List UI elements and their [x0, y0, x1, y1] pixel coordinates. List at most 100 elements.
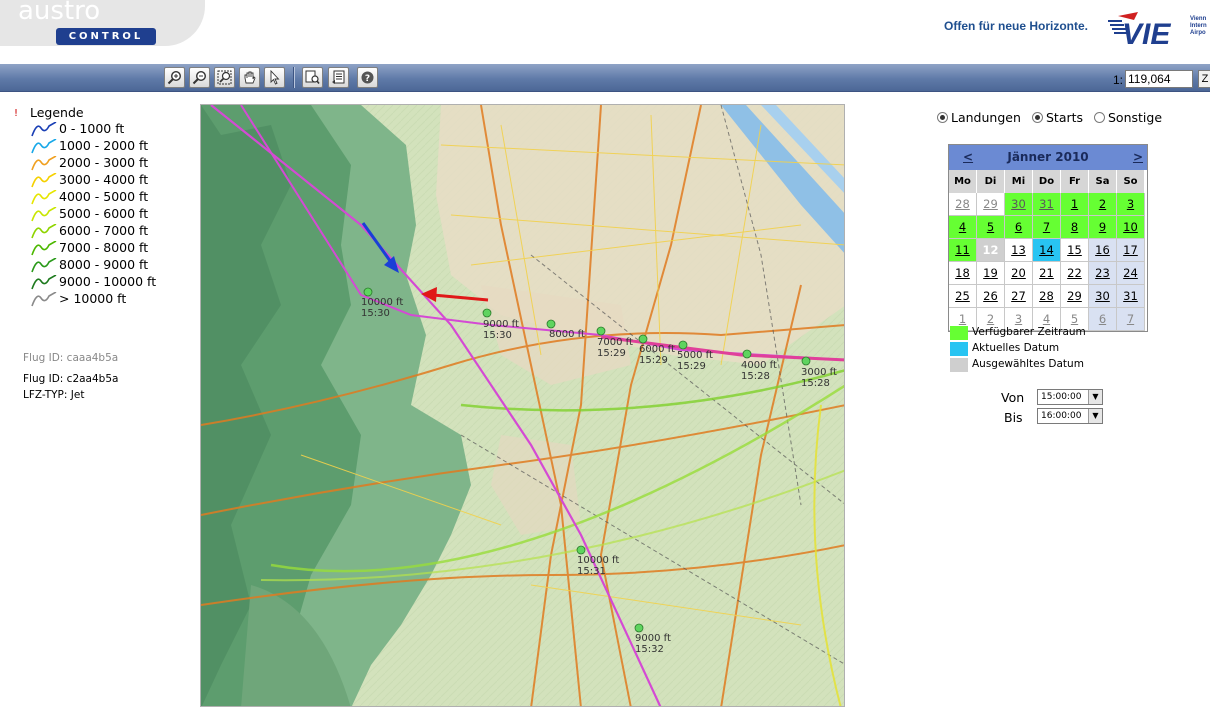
- calendar-day[interactable]: 31: [1117, 285, 1145, 308]
- track-point-time: 15:30: [483, 330, 512, 341]
- key-available-label: Verfügbarer Zeitraum: [972, 326, 1086, 338]
- track-point[interactable]: [638, 334, 648, 344]
- calendar-day[interactable]: 28: [1033, 285, 1061, 308]
- bis-select[interactable]: 16:00:00 ▼: [1037, 408, 1103, 424]
- filter-landungen[interactable]: Landungen: [937, 110, 1021, 125]
- altitude-line-icon: [31, 241, 57, 256]
- filter-sonstige[interactable]: Sonstige: [1094, 110, 1162, 125]
- zoom-extent-icon: [217, 70, 232, 85]
- calendar-day[interactable]: 30: [1089, 285, 1117, 308]
- altitude-line-icon: [31, 190, 57, 205]
- calendar-day[interactable]: 19: [977, 262, 1005, 285]
- calendar-day[interactable]: 25: [949, 285, 977, 308]
- track-point-altitude: 4000 ft: [741, 360, 777, 371]
- track-point[interactable]: [482, 308, 492, 318]
- track-point[interactable]: [742, 349, 752, 359]
- calendar-weekday: Mi: [1005, 170, 1033, 193]
- track-point[interactable]: [546, 319, 556, 329]
- calendar-day[interactable]: 15: [1061, 239, 1089, 262]
- calendar-day[interactable]: 27: [1005, 285, 1033, 308]
- track-point[interactable]: [596, 326, 606, 336]
- calendar-day[interactable]: 14: [1033, 239, 1061, 262]
- calendar: < Jänner 2010 > Mo Di Mi Do Fr Sa So 28 29 30 31 1 2…: [948, 144, 1148, 332]
- track-point-altitude: 10000 ft: [577, 555, 619, 566]
- key-current-swatch: [950, 342, 968, 356]
- calendar-day[interactable]: 6: [1089, 308, 1117, 331]
- calendar-day[interactable]: 5: [977, 216, 1005, 239]
- calendar-day[interactable]: 26: [977, 285, 1005, 308]
- radio-starts[interactable]: [1032, 112, 1043, 123]
- scale-apply-button[interactable]: Z: [1198, 70, 1210, 88]
- map-canvas[interactable]: 10000 ft15:309000 ft15:30 8000 ft7000 ft1…: [201, 105, 845, 707]
- track-point-altitude: 9000 ft: [483, 319, 519, 330]
- calendar-day[interactable]: 1: [1061, 193, 1089, 216]
- track-point[interactable]: [363, 287, 373, 297]
- toolbar: ? 1: Z: [0, 64, 1210, 92]
- pan-hand-icon: [244, 71, 256, 84]
- select-button[interactable]: [264, 67, 285, 88]
- key-selected-label: Ausgewähltes Datum: [972, 358, 1084, 370]
- calendar-day[interactable]: 4: [949, 216, 977, 239]
- identify-button[interactable]: [302, 67, 323, 88]
- zoom-in-button[interactable]: [164, 67, 185, 88]
- track-point[interactable]: [678, 340, 688, 350]
- calendar-weekday: Sa: [1089, 170, 1117, 193]
- track-point[interactable]: [576, 545, 586, 555]
- calendar-next-month[interactable]: >: [1133, 150, 1143, 164]
- zoom-out-icon: [192, 70, 207, 85]
- von-select[interactable]: 15:00:00 ▼: [1037, 389, 1103, 405]
- chevron-down-icon[interactable]: ▼: [1088, 409, 1102, 423]
- calendar-day[interactable]: 7: [1117, 308, 1145, 331]
- zoom-extent-button[interactable]: [214, 67, 235, 88]
- scale-input[interactable]: [1125, 70, 1193, 88]
- calendar-day[interactable]: 2: [1089, 193, 1117, 216]
- calendar-day[interactable]: 7: [1033, 216, 1061, 239]
- track-point[interactable]: [801, 356, 811, 366]
- calendar-day[interactable]: 8: [1061, 216, 1089, 239]
- calendar-day[interactable]: 21: [1033, 262, 1061, 285]
- zoom-out-button[interactable]: [189, 67, 210, 88]
- calendar-day[interactable]: 6: [1005, 216, 1033, 239]
- calendar-day[interactable]: 30: [1005, 193, 1033, 216]
- flight-id-selected[interactable]: Flug ID: c2aa4b5a: [23, 373, 118, 385]
- von-value: 15:00:00: [1041, 392, 1082, 402]
- calendar-day[interactable]: 20: [1005, 262, 1033, 285]
- track-point-time: 15:30: [361, 308, 390, 319]
- calendar-day[interactable]: 28: [949, 193, 977, 216]
- calendar-day[interactable]: 10: [1117, 216, 1145, 239]
- calendar-day[interactable]: 23: [1089, 262, 1117, 285]
- calendar-title: Jänner 2010: [1007, 150, 1089, 164]
- calendar-day[interactable]: 29: [1061, 285, 1089, 308]
- filter-starts[interactable]: Starts: [1032, 110, 1083, 125]
- altitude-line-icon: [31, 156, 57, 171]
- flight-map[interactable]: 10000 ft 15:30 9000 ft 15:30 8000 ft 7000 ft 1…: [200, 104, 845, 707]
- calendar-day[interactable]: 9: [1089, 216, 1117, 239]
- altitude-line-icon: [31, 122, 57, 137]
- calendar-weekday: Di: [977, 170, 1005, 193]
- calendar-day[interactable]: 13: [1005, 239, 1033, 262]
- header: austro CONTROL Offen für neue Horizonte.…: [0, 0, 1210, 64]
- calendar-day[interactable]: 12: [977, 239, 1005, 262]
- legend-title: Legende: [30, 105, 84, 120]
- calendar-day[interactable]: 16: [1089, 239, 1117, 262]
- help-button[interactable]: ?: [357, 67, 378, 88]
- altitude-line-icon: [31, 224, 57, 239]
- legend-item-label: 2000 - 3000 ft: [59, 155, 149, 170]
- legend-item-label: 3000 - 4000 ft: [59, 172, 149, 187]
- calendar-day[interactable]: 31: [1033, 193, 1061, 216]
- calendar-day[interactable]: 24: [1117, 262, 1145, 285]
- radio-landungen[interactable]: [937, 112, 948, 123]
- calendar-day[interactable]: 29: [977, 193, 1005, 216]
- calendar-day[interactable]: 11: [949, 239, 977, 262]
- track-point[interactable]: [634, 623, 644, 633]
- flight-id-inactive[interactable]: Flug ID: caaa4b5a: [23, 352, 118, 364]
- calendar-day[interactable]: 18: [949, 262, 977, 285]
- calendar-day[interactable]: 17: [1117, 239, 1145, 262]
- calendar-day[interactable]: 3: [1117, 193, 1145, 216]
- list-button[interactable]: [328, 67, 349, 88]
- chevron-down-icon[interactable]: ▼: [1088, 390, 1102, 404]
- radio-sonstige[interactable]: [1094, 112, 1105, 123]
- calendar-day[interactable]: 22: [1061, 262, 1089, 285]
- svg-text:?: ?: [365, 74, 370, 84]
- pan-button[interactable]: [239, 67, 260, 88]
